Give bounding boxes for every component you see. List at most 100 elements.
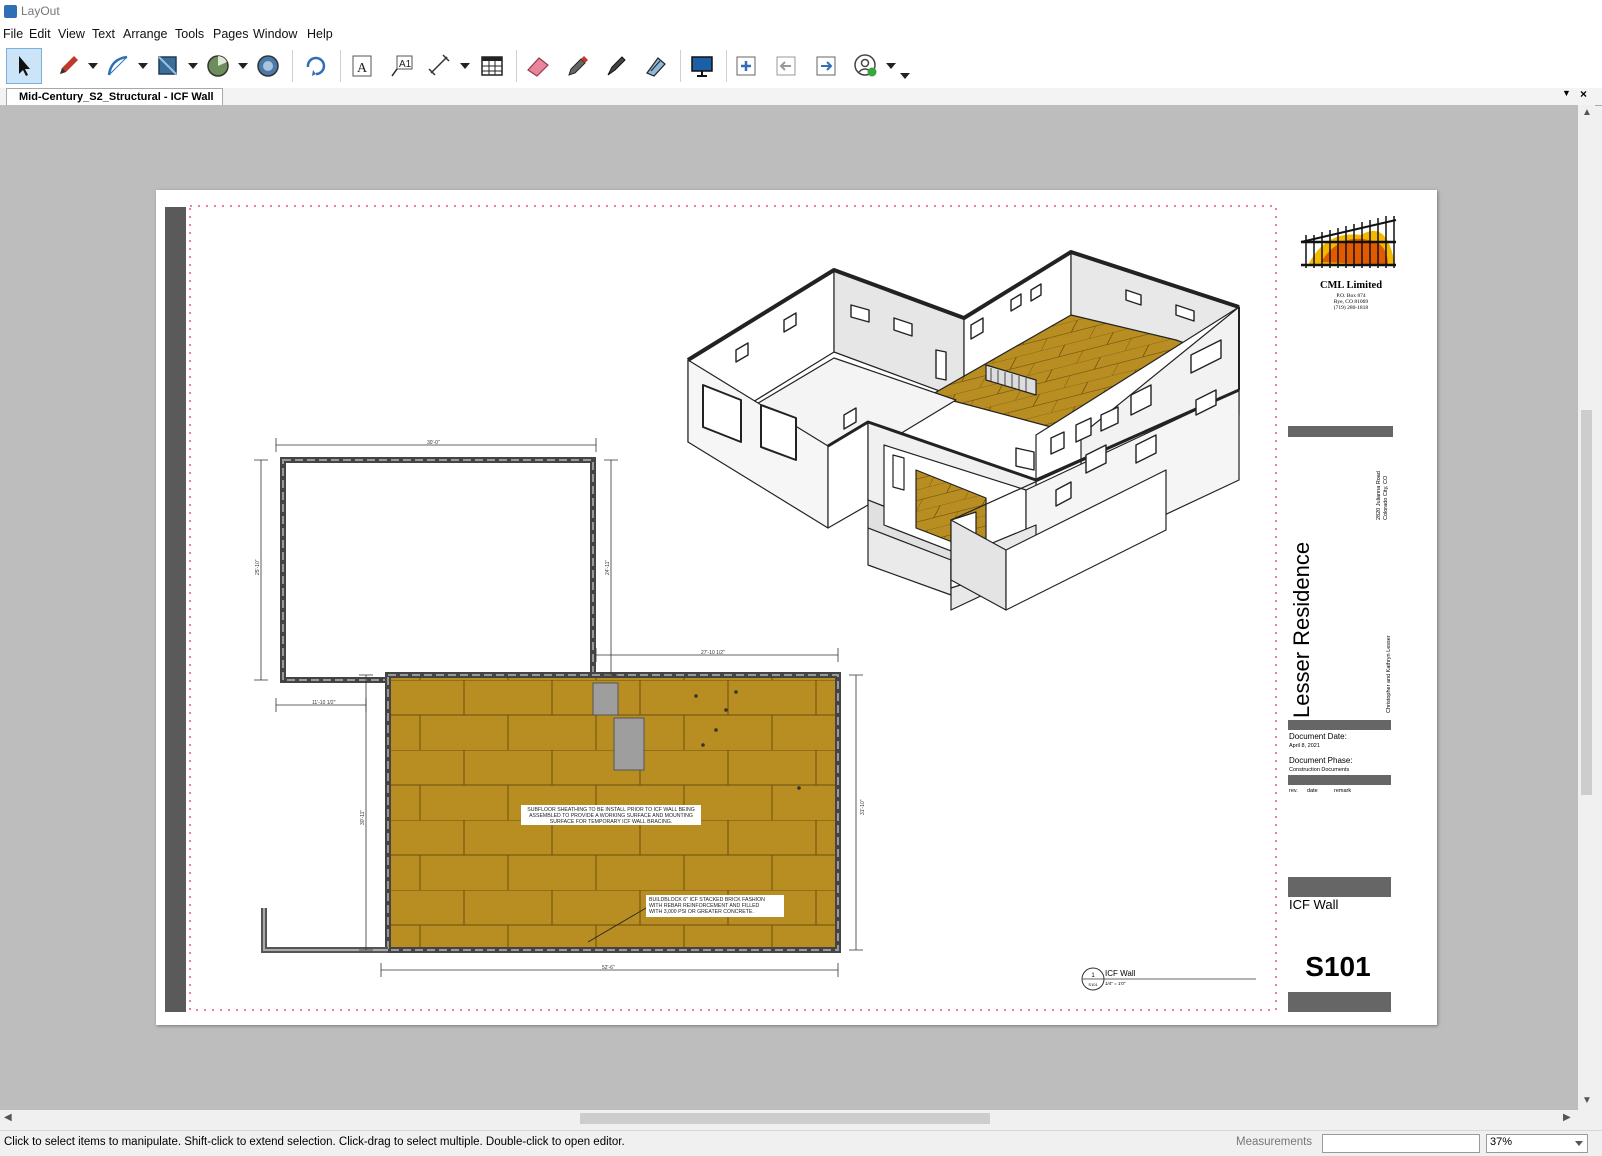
split-pen-icon	[607, 56, 626, 76]
scroll-right-icon[interactable]: ▶	[1563, 1112, 1571, 1123]
title-block-bar	[1288, 775, 1391, 785]
vertical-scrollbar[interactable]: ▲ ▼	[1578, 105, 1595, 1110]
pie-dropdown-icon[interactable]	[238, 63, 248, 69]
split-tool-button[interactable]	[598, 48, 634, 84]
app-icon	[4, 5, 17, 18]
project-address-2: Colorado City, CO	[1383, 475, 1389, 520]
svg-text:A: A	[357, 61, 368, 76]
view-tag-sheet: S101	[1088, 982, 1098, 987]
toolbar-options-icon[interactable]	[900, 73, 910, 79]
sheet-number: S101	[1305, 951, 1370, 982]
view-tag-scale: 1/4" = 1'0"	[1105, 981, 1126, 986]
status-bar: Click to select items to manipulate. Shi…	[0, 1130, 1602, 1156]
svg-text:A1: A1	[399, 59, 412, 70]
isometric-model	[686, 250, 1240, 611]
project-title: Lesser Residence	[1289, 542, 1314, 718]
add-page-button[interactable]	[728, 48, 764, 84]
zoom-value: 37%	[1490, 1136, 1513, 1148]
dim-text-31-10: 31'-10"	[860, 799, 866, 815]
previous-page-button[interactable]	[768, 48, 804, 84]
tab-list-icon[interactable]: ▼	[1562, 88, 1571, 98]
scroll-down-icon[interactable]: ▼	[1582, 1095, 1592, 1106]
document-date-label: Document Date:	[1289, 732, 1347, 741]
close-tab-icon[interactable]: ×	[1580, 87, 1587, 101]
toolbar: A A1	[0, 44, 1602, 89]
title-block-bar	[1288, 426, 1393, 437]
project-address-1: 2820 Julianna Road	[1376, 471, 1382, 520]
document-date: April 8, 2021	[1289, 743, 1320, 749]
pencil-tool-button[interactable]	[50, 48, 86, 84]
eraser-tool-button[interactable]	[520, 48, 556, 84]
measurements-input[interactable]	[1322, 1134, 1480, 1153]
text-icon: A	[352, 55, 372, 77]
dim-text-11-10: 11'-10 1/2"	[312, 700, 336, 706]
subfloor-note-line3: SURFACE FOR TEMPORARY ICF WALL BRACING.	[550, 819, 672, 825]
menu-tools[interactable]: Tools	[175, 27, 204, 41]
vertical-scroll-thumb[interactable]	[1581, 410, 1592, 795]
dim-text-24-11: 24'-11"	[605, 560, 611, 575]
plan-drawing[interactable]: 30'-0" 25'-10" 24'-11" 27'-10 1/2" 11'-1…	[156, 190, 1437, 1025]
dimension-dropdown-icon[interactable]	[460, 63, 470, 69]
pie-tool-button[interactable]	[200, 48, 236, 84]
rectangle-icon	[158, 56, 177, 75]
scroll-left-icon[interactable]: ◀	[4, 1112, 12, 1123]
shape-tool-button[interactable]	[150, 48, 186, 84]
label-tool-button[interactable]: A1	[384, 48, 420, 84]
next-page-button[interactable]	[808, 48, 844, 84]
document-tab-bar: Mid-Century_S2_Structural - ICF Wall ▼ ×	[0, 87, 1602, 106]
menu-arrange[interactable]: Arrange	[123, 27, 167, 41]
menu-pages[interactable]: Pages	[213, 27, 248, 41]
status-hint: Click to select items to manipulate. Shi…	[4, 1136, 625, 1148]
join-tool-button[interactable]	[638, 48, 674, 84]
document-tab[interactable]: Mid-Century_S2_Structural - ICF Wall	[6, 88, 223, 106]
table-icon	[481, 56, 503, 76]
eyedropper-icon	[568, 56, 588, 76]
select-tool-button[interactable]	[6, 48, 42, 84]
arc-dropdown-icon[interactable]	[138, 63, 148, 69]
table-tool-button[interactable]	[474, 48, 510, 84]
menu-edit[interactable]: Edit	[29, 27, 51, 41]
menu-view[interactable]: View	[58, 27, 85, 41]
company-name: CML Limited	[1320, 280, 1382, 291]
presentation-tool-button[interactable]	[684, 48, 720, 84]
left-border-strip	[165, 207, 186, 1012]
eraser-icon	[527, 57, 549, 77]
dimension-tool-button[interactable]	[422, 48, 458, 84]
rev-header-rev: rev.	[1289, 788, 1298, 794]
menu-help[interactable]: Help	[307, 27, 333, 41]
sheet-name: ICF Wall	[1289, 897, 1338, 912]
title-block-bar	[1288, 877, 1391, 897]
toolbar-separator	[516, 50, 517, 82]
dim-text-30-0: 30'-0"	[427, 440, 440, 446]
label-icon: A1	[391, 55, 413, 77]
chevron-down-icon	[1575, 1141, 1583, 1146]
horizontal-scroll-thumb[interactable]	[580, 1113, 990, 1124]
offset-tool-button[interactable]	[250, 48, 286, 84]
arrow-pointer-icon	[19, 56, 30, 76]
zoom-select[interactable]: 37%	[1486, 1134, 1588, 1153]
view-tag-title: ICF Wall	[1105, 969, 1136, 978]
menu-window[interactable]: Window	[253, 27, 297, 41]
company-logo	[1300, 216, 1397, 268]
company-phone: (719) 280-1818	[1334, 304, 1369, 311]
document-phase-label: Document Phase:	[1289, 756, 1353, 765]
title-block-bar	[1288, 720, 1391, 730]
rev-header-date: date	[1307, 788, 1318, 794]
shape-dropdown-icon[interactable]	[188, 63, 198, 69]
offset-icon	[257, 55, 279, 77]
horizontal-scrollbar[interactable]: ◀ ▶	[0, 1110, 1578, 1127]
text-tool-button[interactable]: A	[344, 48, 380, 84]
account-dropdown-icon[interactable]	[886, 63, 896, 69]
pencil-dropdown-icon[interactable]	[88, 63, 98, 69]
eyedropper-tool-button[interactable]	[560, 48, 596, 84]
rotate-tool-button[interactable]	[298, 48, 334, 84]
scroll-up-icon[interactable]: ▲	[1582, 107, 1592, 118]
layout-page[interactable]: 30'-0" 25'-10" 24'-11" 27'-10 1/2" 11'-1…	[156, 190, 1437, 1025]
account-button[interactable]	[848, 48, 884, 84]
arc-tool-button[interactable]	[100, 48, 136, 84]
menu-file[interactable]: File	[3, 27, 23, 41]
rev-header-remark: remark	[1334, 788, 1351, 794]
document-canvas[interactable]: 30'-0" 25'-10" 24'-11" 27'-10 1/2" 11'-1…	[0, 105, 1578, 1110]
pencil-icon	[60, 56, 78, 74]
menu-text[interactable]: Text	[92, 27, 115, 41]
